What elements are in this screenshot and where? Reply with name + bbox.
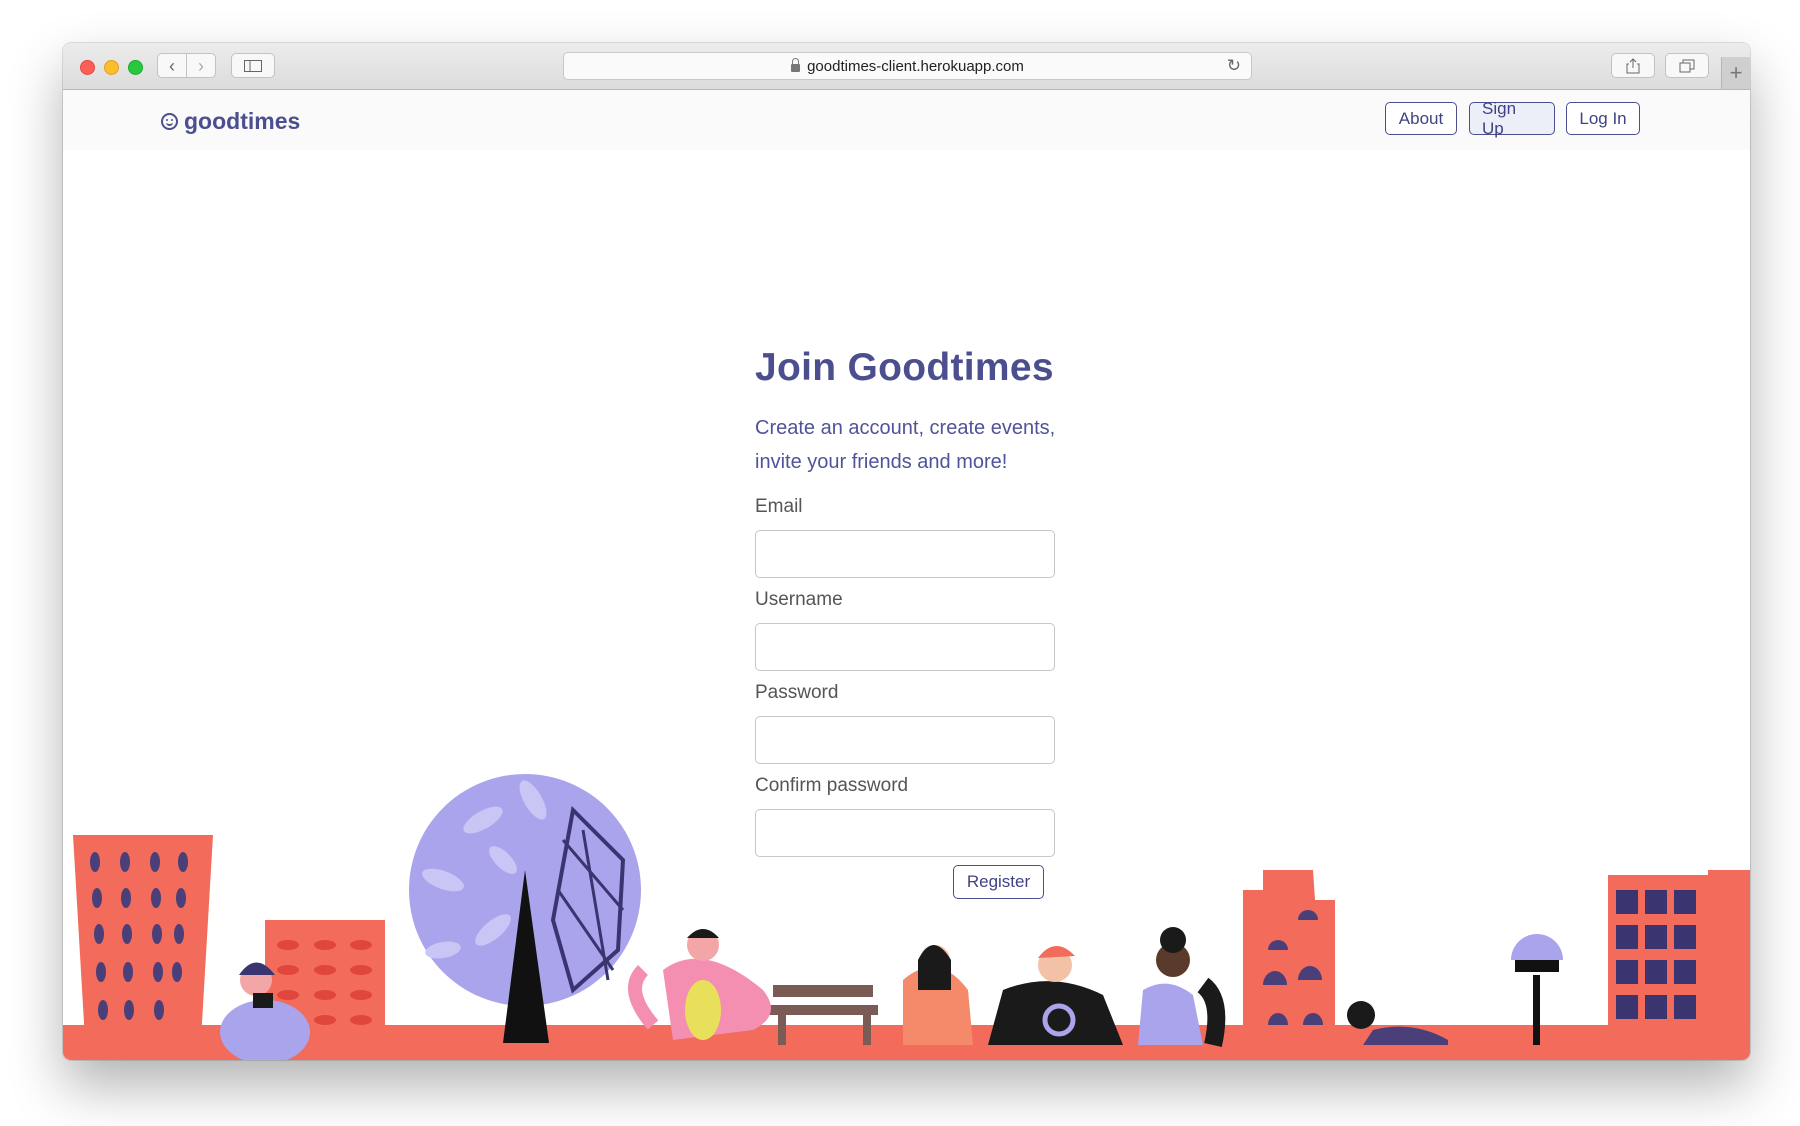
log-in-button[interactable]: Log In [1566, 102, 1640, 135]
zoom-window-button[interactable] [128, 60, 143, 75]
site-navbar: goodtimes About Sign Up Log In [63, 90, 1750, 150]
smiley-icon [161, 113, 178, 130]
email-field[interactable] [755, 530, 1055, 578]
reload-icon[interactable]: ↻ [1227, 56, 1241, 76]
address-bar[interactable]: goodtimes-client.herokuapp.com ↻ [563, 52, 1252, 80]
forward-icon[interactable]: › [186, 53, 216, 78]
signup-form: Join Goodtimes Create an account, create… [755, 346, 1075, 899]
confirm-password-label: Confirm password [755, 775, 909, 796]
brand-logo[interactable]: goodtimes [161, 108, 300, 135]
tabs-icon[interactable] [1665, 53, 1709, 78]
minimize-window-button[interactable] [104, 60, 119, 75]
browser-toolbar: ‹ › goodtimes-client.herokuapp.com ↻ + [63, 43, 1750, 90]
confirm-password-field[interactable] [755, 809, 1055, 857]
password-label: Password [755, 682, 839, 703]
password-field[interactable] [755, 716, 1055, 764]
username-field[interactable] [755, 623, 1055, 671]
lock-icon [791, 58, 801, 72]
url-text: goodtimes-client.herokuapp.com [807, 57, 1024, 75]
page-subtitle: Create an account, create events, invite… [755, 417, 1056, 473]
sign-up-button[interactable]: Sign Up [1469, 99, 1555, 138]
register-button[interactable]: Register [953, 865, 1044, 899]
share-icon[interactable] [1611, 53, 1655, 78]
brand-name: goodtimes [184, 108, 301, 134]
browser-window: ‹ › goodtimes-client.herokuapp.com ↻ + g… [63, 43, 1750, 1060]
page-title: Join Goodtimes [755, 346, 1054, 389]
page-content: goodtimes About Sign Up Log In Join Good… [63, 90, 1750, 1060]
new-tab-icon[interactable]: + [1721, 57, 1750, 89]
about-button[interactable]: About [1385, 102, 1457, 135]
email-label: Email [755, 496, 803, 517]
sidebar-icon[interactable] [231, 53, 275, 78]
history-buttons: ‹ › [157, 53, 217, 78]
username-label: Username [755, 589, 843, 610]
close-window-button[interactable] [80, 60, 95, 75]
back-icon[interactable]: ‹ [157, 53, 187, 78]
